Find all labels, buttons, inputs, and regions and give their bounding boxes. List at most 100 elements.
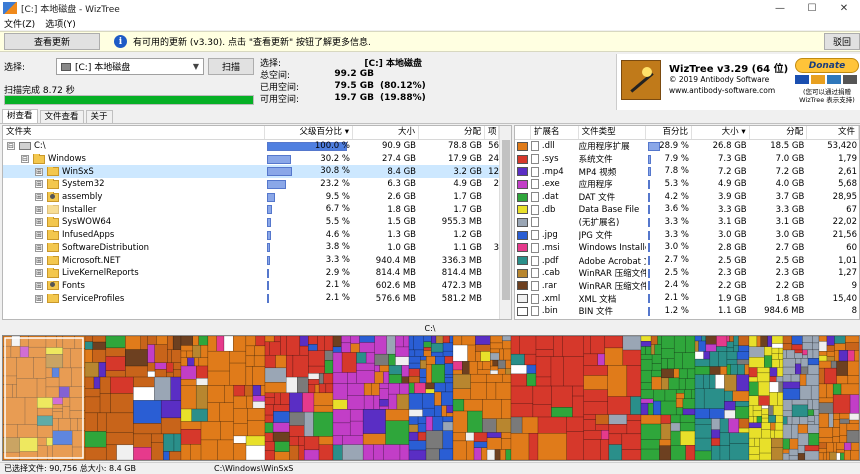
col-percent[interactable]: 百分比 [646,126,692,139]
treemap-cell[interactable] [685,378,696,390]
tree-row[interactable]: ⊞ System32 23.2 % 6.3 GB 4.9 GB 2 [3,178,511,191]
file-type-row[interactable]: .dll 应用程序扩展 28.9 % 26.8 GB 18.5 GB 53,42… [515,140,859,153]
treemap-cell[interactable] [356,370,375,384]
treemap-cell[interactable] [219,402,234,422]
treemap-cell[interactable] [761,417,769,423]
expand-toggle-icon[interactable]: ⊞ [35,193,43,202]
treemap-cell[interactable] [640,369,652,383]
treemap-cell[interactable] [640,402,649,416]
treemap-cell[interactable] [782,453,790,460]
treemap-cell[interactable] [726,359,738,365]
treemap-cell[interactable] [711,418,721,430]
treemap-cell[interactable] [807,358,820,366]
treemap-cell[interactable] [850,449,859,460]
treemap-cell[interactable] [768,415,777,423]
treemap-cell[interactable] [726,336,730,342]
treemap-cell[interactable] [499,348,504,361]
treemap-cell[interactable] [442,342,454,352]
treemap-cell[interactable] [408,362,421,370]
treemap-cell[interactable] [356,362,375,371]
treemap-cell[interactable] [829,451,837,460]
treemap-cell[interactable] [362,433,386,445]
treemap-cell[interactable] [125,365,148,378]
treemap-cell[interactable] [550,356,564,387]
menu-file[interactable]: 文件(Z) [0,17,41,30]
treemap-cell[interactable] [675,398,684,408]
treemap-cell[interactable] [844,449,851,460]
treemap-cell[interactable] [463,399,483,412]
tree-row[interactable]: ⊞ assembly 9.5 % 2.6 GB 1.7 GB [3,191,511,204]
treemap-cell[interactable] [180,350,187,358]
treemap-cell[interactable] [510,403,534,418]
treemap-cell[interactable] [778,347,784,354]
treemap-cell[interactable] [490,369,499,375]
treemap-cell[interactable] [105,444,117,460]
treemap-cell[interactable] [297,376,309,394]
treemap-cell[interactable] [408,440,427,451]
treemap-cell[interactable] [503,348,512,361]
treemap-cell[interactable] [502,336,512,342]
treemap-cell[interactable] [490,365,499,371]
treemap-cell[interactable] [802,336,813,343]
treemap-cell[interactable] [771,353,779,360]
expand-toggle-icon[interactable]: ⊞ [35,243,43,252]
treemap-cell[interactable] [711,445,721,460]
treemap-cell[interactable] [442,430,454,450]
treemap-cell[interactable] [510,385,534,404]
treemap-cell[interactable] [661,377,670,390]
treemap-cell[interactable] [365,352,375,364]
treemap-cell[interactable] [482,361,491,370]
treemap-cell[interactable] [694,450,712,460]
expand-toggle-icon[interactable]: ⊞ [35,167,43,176]
treemap-cell[interactable] [173,369,182,378]
treemap-cell[interactable] [758,381,770,397]
treemap-cell[interactable] [452,432,467,442]
treemap-cell[interactable] [621,449,642,460]
treemap-cell[interactable] [535,336,554,350]
treemap-cell[interactable] [252,385,262,396]
treemap-cell[interactable] [502,373,512,383]
treemap-cell[interactable] [332,409,351,424]
treemap-cell[interactable] [99,376,111,394]
treemap-cell[interactable] [273,404,290,412]
treemap-cell[interactable] [660,400,677,416]
treemap-cell[interactable] [782,374,792,383]
treemap-cell[interactable] [510,416,523,434]
treemap-cell[interactable] [486,432,502,439]
treemap-cell[interactable] [679,422,696,432]
treemap-cell[interactable] [647,402,654,416]
treemap-cell[interactable] [452,388,471,400]
col-ext-allocated[interactable]: 分配 [750,126,808,139]
treemap-cell[interactable] [694,336,702,342]
treemap-cell[interactable] [583,336,591,355]
treemap-cell[interactable] [773,405,784,416]
treemap-cell[interactable] [163,433,175,452]
treemap-cell[interactable] [444,377,454,384]
treemap-cell[interactable] [302,392,315,413]
expand-toggle-icon[interactable]: ⊞ [35,294,43,303]
treemap-cell[interactable] [431,364,446,384]
treemap-cell[interactable] [431,351,444,357]
treemap-cell[interactable] [308,344,318,351]
treemap-cell[interactable] [771,447,784,460]
treemap-cell[interactable] [233,385,246,397]
treemap-cell[interactable] [807,409,815,416]
treemap-cell[interactable] [661,348,675,359]
treemap-cell[interactable] [711,429,721,439]
treemap-cell[interactable] [748,454,760,460]
treemap-cell[interactable] [274,451,290,460]
treemap-cell[interactable] [786,416,793,425]
treemap-cell[interactable] [849,419,859,424]
treemap-cell[interactable] [670,430,681,446]
treemap-cell[interactable] [799,374,807,386]
treemap-cell[interactable] [698,340,707,352]
treemap-cell[interactable] [247,408,266,421]
treemap-cell[interactable] [154,369,167,378]
treemap-cell[interactable] [510,433,530,460]
treemap-cell[interactable] [97,412,107,432]
treemap-cell[interactable] [726,364,731,375]
treemap-cell[interactable] [192,345,202,358]
treemap-cell[interactable] [736,351,750,360]
treemap-cell[interactable] [812,342,820,351]
treemap-cell[interactable] [703,388,725,409]
